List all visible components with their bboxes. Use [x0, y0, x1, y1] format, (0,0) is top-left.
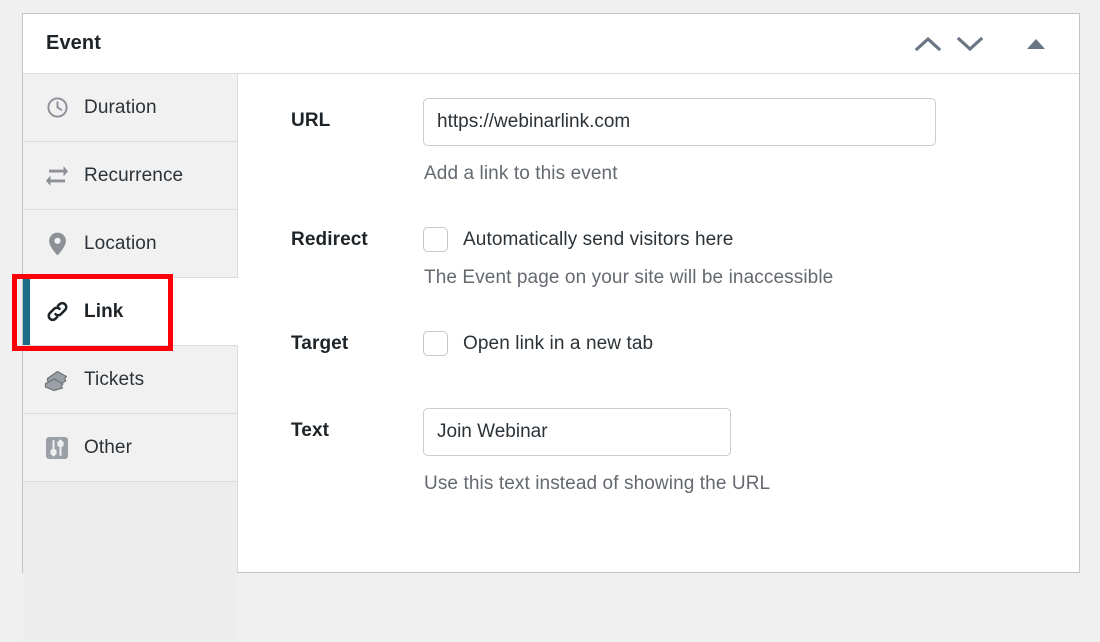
- url-help-text: Add a link to this event: [424, 163, 618, 184]
- url-input[interactable]: [423, 98, 936, 146]
- tab-list: Duration Recurrence Location Link Ticket…: [23, 74, 238, 642]
- repeat-icon: [44, 165, 70, 187]
- sidebar-item-label: Recurrence: [84, 164, 184, 186]
- field-row-redirect: Redirect Automatically send visitors her…: [238, 227, 1079, 289]
- sidebar-item-location[interactable]: Location: [23, 210, 237, 278]
- redirect-checkbox-row[interactable]: Automatically send visitors here: [423, 227, 1079, 252]
- chevron-down-icon: [957, 35, 983, 53]
- text-help-text: Use this text instead of showing the URL: [424, 473, 771, 494]
- collapse-panel-button[interactable]: [1015, 23, 1057, 65]
- sidebar-item-other[interactable]: Other: [23, 414, 237, 482]
- tickets-icon: [44, 368, 70, 392]
- target-checkbox-row[interactable]: Open link in a new tab: [423, 331, 1079, 356]
- sidebar-item-recurrence[interactable]: Recurrence: [23, 142, 237, 210]
- text-field-body: Use this text instead of showing the URL: [423, 408, 1079, 495]
- move-up-button[interactable]: [907, 23, 949, 65]
- redirect-checkbox[interactable]: [423, 227, 448, 252]
- panel-body: Duration Recurrence Location Link Ticket…: [23, 74, 1079, 642]
- url-label: URL: [291, 110, 331, 131]
- target-checkbox[interactable]: [423, 331, 448, 356]
- header-controls: [907, 23, 1079, 65]
- link-text-input[interactable]: [423, 408, 731, 456]
- sidebar-item-link[interactable]: Link: [23, 278, 238, 346]
- field-row-url: URL Add a link to this event: [238, 98, 1079, 185]
- redirect-field-body: Automatically send visitors here The Eve…: [423, 227, 1079, 289]
- panel-header: Event: [23, 14, 1079, 74]
- clock-icon: [44, 96, 70, 119]
- link-settings-form: URL Add a link to this event Redirect Au…: [238, 74, 1079, 572]
- sidebar-item-label: Link: [84, 300, 124, 322]
- field-row-target: Target Open link in a new tab: [238, 331, 1079, 356]
- target-field-body: Open link in a new tab: [423, 331, 1079, 356]
- sidebar-item-tickets[interactable]: Tickets: [23, 346, 237, 414]
- redirect-label: Redirect: [291, 229, 368, 250]
- field-row-text: Text Use this text instead of showing th…: [238, 408, 1079, 495]
- sidebar-empty-area: [23, 482, 237, 642]
- page-title: Event: [46, 32, 101, 54]
- target-label: Target: [291, 333, 349, 354]
- url-field-body: Add a link to this event: [423, 98, 1079, 185]
- triangle-up-icon: [1026, 38, 1046, 50]
- text-label: Text: [291, 420, 330, 441]
- chevron-up-icon: [915, 35, 941, 53]
- sliders-icon: [44, 436, 70, 460]
- move-down-button[interactable]: [949, 23, 991, 65]
- sidebar-item-label: Duration: [84, 96, 157, 118]
- event-metabox-panel: Event Duration Recurrence Location Link …: [22, 13, 1080, 642]
- redirect-help-text: The Event page on your site will be inac…: [424, 267, 834, 288]
- sidebar-item-label: Tickets: [84, 368, 145, 390]
- sidebar-item-label: Location: [84, 232, 157, 254]
- map-pin-icon: [44, 232, 70, 256]
- sidebar-item-duration[interactable]: Duration: [23, 74, 237, 142]
- link-chain-icon: [44, 299, 70, 324]
- redirect-checkbox-label: Automatically send visitors here: [463, 228, 734, 250]
- sidebar-item-label: Other: [84, 436, 133, 458]
- target-checkbox-label: Open link in a new tab: [463, 332, 654, 354]
